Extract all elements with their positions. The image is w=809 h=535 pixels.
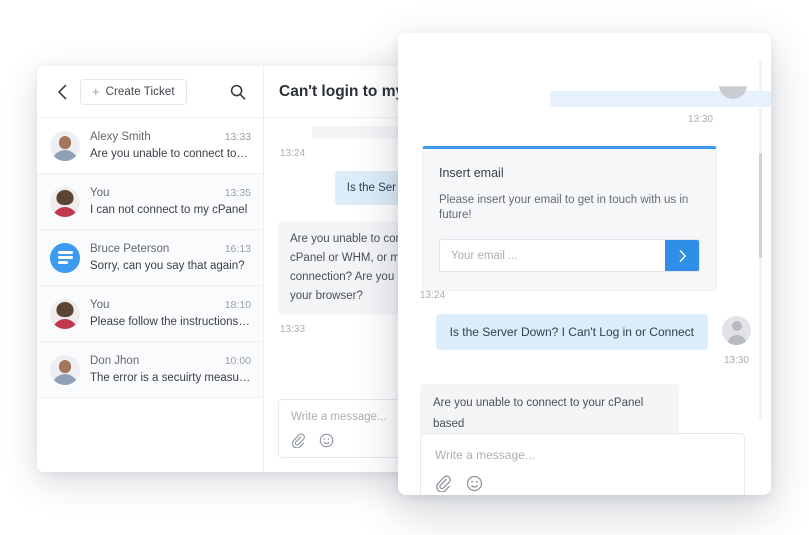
list-item-name: Bruce Peterson xyxy=(90,243,169,255)
message-timestamp: 13:30 xyxy=(688,114,713,125)
list-item[interactable]: You 13:35 I can not connect to my cPanel xyxy=(37,174,263,230)
email-field[interactable] xyxy=(440,240,665,271)
person-icon xyxy=(732,321,742,331)
list-item-time: 13:35 xyxy=(225,187,251,199)
message-timestamp: 13:30 xyxy=(724,355,749,366)
avatar xyxy=(722,316,751,345)
chevron-left-icon[interactable] xyxy=(53,83,71,101)
scrollbar-thumb[interactable] xyxy=(759,153,762,258)
message-input-placeholder: Write a message... xyxy=(291,411,395,423)
list-item-body: Alexy Smith 13:33 Are you unable to conn… xyxy=(90,131,251,160)
list-item-name: Alexy Smith xyxy=(90,131,151,143)
insert-email-title: Insert email xyxy=(439,166,700,180)
create-ticket-label: Create Ticket xyxy=(106,86,175,98)
message-timestamp: 13:24 xyxy=(420,290,445,301)
list-item[interactable]: Don Jhon 10:00 The error is a secuirty m… xyxy=(37,342,263,398)
list-item-body: Bruce Peterson 16:13 Sorry, can you say … xyxy=(90,243,251,272)
list-item-body: You 13:35 I can not connect to my cPanel xyxy=(90,187,251,216)
paperclip-icon[interactable] xyxy=(435,475,452,492)
message-timestamp: 13:33 xyxy=(280,324,408,335)
avatar xyxy=(50,355,80,385)
insert-email-description: Please insert your email to get in touch… xyxy=(439,193,700,223)
message-input[interactable]: Write a message... xyxy=(278,399,408,458)
insert-email-form xyxy=(439,239,700,272)
avatar xyxy=(50,131,80,161)
list-item-preview: Sorry, can you say that again? xyxy=(90,260,251,272)
smiley-icon[interactable] xyxy=(319,433,334,448)
person-icon-body xyxy=(727,335,746,345)
list-item-preview: Are you unable to connect to your ... xyxy=(90,148,251,160)
list-item-name: Don Jhon xyxy=(90,355,139,367)
page-title: Can't login to my s xyxy=(279,83,417,101)
list-item-preview: I can not connect to my cPanel xyxy=(90,204,251,216)
list-item-body: Don Jhon 10:00 The error is a secuirty m… xyxy=(90,355,251,384)
list-item-name: You xyxy=(90,299,109,311)
conversations-sidebar: + Create Ticket Alexy Smith 13:33 xyxy=(37,66,264,472)
message-timestamp: 13:24 xyxy=(280,148,408,159)
sidebar-toolbar: + Create Ticket xyxy=(37,66,263,118)
avatar xyxy=(719,71,747,99)
conversation-list[interactable]: Alexy Smith 13:33 Are you unable to conn… xyxy=(37,118,263,472)
list-item-body: You 18:10 Please follow the instructions… xyxy=(90,299,251,328)
live-chat-widget: 13:30 Insert email Please insert your em… xyxy=(398,33,771,495)
list-item-preview: The error is a secuirty measure to ... xyxy=(90,372,251,384)
incoming-message-bubble: Are you unable to conne cPanel or WHM, o… xyxy=(278,221,408,315)
composer-tools xyxy=(291,433,395,448)
avatar xyxy=(50,187,80,217)
list-item-time: 13:33 xyxy=(225,131,251,143)
partial-message-bubble xyxy=(312,126,408,139)
paperclip-icon[interactable] xyxy=(291,433,306,448)
tickets-window: + Create Ticket Alexy Smith 13:33 xyxy=(37,66,422,472)
email-submit-button[interactable] xyxy=(665,240,699,271)
search-icon[interactable] xyxy=(227,81,249,103)
list-item[interactable]: You 18:10 Please follow the instructions… xyxy=(37,286,263,342)
list-item-time: 18:10 xyxy=(225,299,251,311)
outgoing-message-bubble: Is the Server Down? I Can't Log in or Co… xyxy=(436,314,708,350)
plus-icon: + xyxy=(92,85,100,98)
list-item[interactable]: Bruce Peterson 16:13 Sorry, can you say … xyxy=(37,230,263,286)
incoming-message-bubble: Are you unable to connect to your cPanel… xyxy=(420,384,679,436)
message-input-placeholder: Write a message... xyxy=(435,448,730,462)
menu-bars-icon xyxy=(58,251,73,263)
avatar xyxy=(50,299,80,329)
composer-tools xyxy=(435,475,730,492)
smiley-icon[interactable] xyxy=(466,475,483,492)
message-input[interactable]: Write a message... xyxy=(420,433,745,495)
insert-email-card: Insert email Please insert your email to… xyxy=(422,146,717,291)
list-item-name: You xyxy=(90,187,109,199)
avatar xyxy=(50,243,80,273)
list-item[interactable]: Alexy Smith 13:33 Are you unable to conn… xyxy=(37,118,263,174)
list-item-time: 16:13 xyxy=(225,243,251,255)
create-ticket-button[interactable]: + Create Ticket xyxy=(80,79,187,105)
list-item-time: 10:00 xyxy=(225,355,251,367)
list-item-preview: Please follow the instructions of t... xyxy=(90,316,251,328)
